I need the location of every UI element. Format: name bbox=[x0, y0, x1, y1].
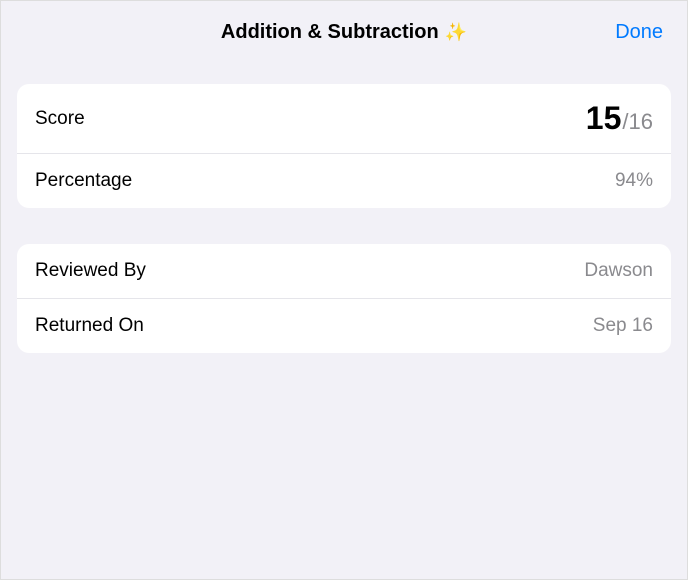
returned-on-row: Returned On Sep 16 bbox=[17, 299, 671, 353]
score-row: Score 15 / 16 bbox=[17, 84, 671, 154]
returned-on-value: Sep 16 bbox=[593, 315, 653, 337]
percentage-value: 94% bbox=[615, 170, 653, 192]
returned-on-label: Returned On bbox=[35, 315, 144, 337]
score-value: 15 / 16 bbox=[586, 100, 653, 137]
sparkles-icon: ✨ bbox=[445, 22, 467, 43]
score-label: Score bbox=[35, 108, 85, 130]
page-title-text: Addition & Subtraction bbox=[221, 21, 439, 44]
percentage-label: Percentage bbox=[35, 170, 132, 192]
content: Score 15 / 16 Percentage 94% Reviewed By… bbox=[1, 64, 687, 353]
score-denominator: 16 bbox=[629, 109, 653, 135]
reviewed-by-row: Reviewed By Dawson bbox=[17, 244, 671, 299]
page-title: Addition & Subtraction ✨ bbox=[221, 21, 467, 44]
reviewed-by-label: Reviewed By bbox=[35, 260, 146, 282]
review-card: Reviewed By Dawson Returned On Sep 16 bbox=[17, 244, 671, 353]
percentage-row: Percentage 94% bbox=[17, 154, 671, 208]
score-card: Score 15 / 16 Percentage 94% bbox=[17, 84, 671, 208]
reviewed-by-value: Dawson bbox=[584, 260, 653, 282]
header: Addition & Subtraction ✨ Done bbox=[1, 1, 687, 64]
score-numerator: 15 bbox=[586, 100, 622, 137]
done-button[interactable]: Done bbox=[615, 21, 663, 44]
